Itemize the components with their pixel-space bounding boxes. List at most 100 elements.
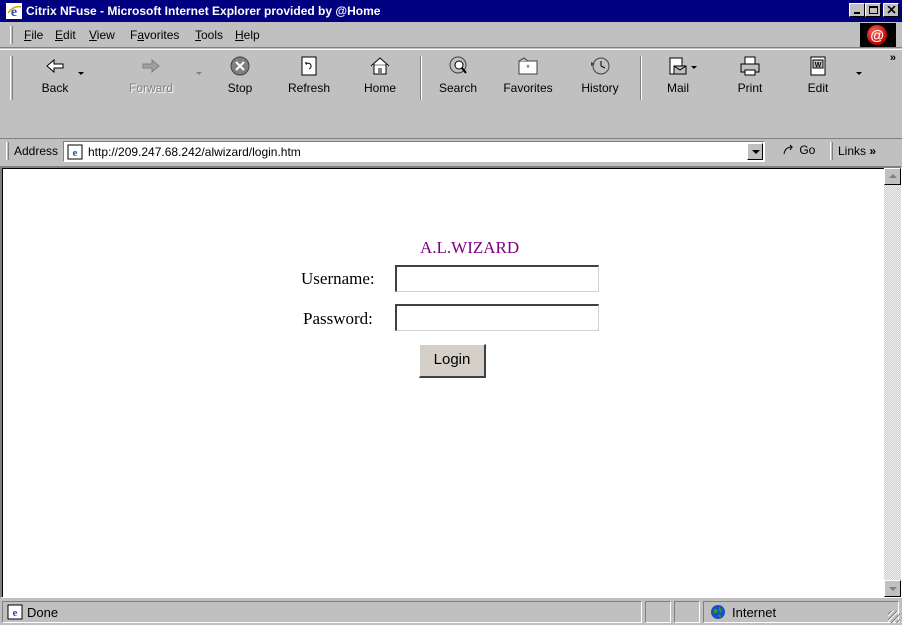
username-label: Username: bbox=[301, 269, 375, 288]
back-dropdown-icon[interactable] bbox=[78, 72, 84, 75]
page-viewport: A.L.WIZARD Username: Password: Login bbox=[0, 166, 902, 598]
scroll-down-button[interactable] bbox=[884, 580, 901, 597]
address-input[interactable]: e http://209.247.68.242/alwizard/login.h… bbox=[63, 141, 765, 162]
edit-button[interactable]: W Edit bbox=[798, 54, 838, 104]
refresh-icon bbox=[301, 56, 317, 76]
stop-label: Stop bbox=[227, 81, 253, 95]
back-label: Back bbox=[41, 81, 69, 95]
links-more-chevron[interactable]: » bbox=[869, 144, 876, 158]
history-label: History bbox=[581, 81, 619, 95]
print-label: Print bbox=[737, 81, 763, 95]
svg-text:e: e bbox=[73, 147, 78, 159]
close-button[interactable] bbox=[883, 3, 899, 17]
minimize-button[interactable] bbox=[849, 3, 865, 17]
toolbar-separator bbox=[640, 56, 642, 100]
links-grip[interactable] bbox=[830, 142, 833, 160]
menu-tools[interactable]: Tools bbox=[195, 28, 223, 42]
history-button[interactable]: History bbox=[575, 54, 625, 104]
title-bar[interactable]: e Citrix NFuse - Microsoft Internet Expl… bbox=[0, 0, 902, 22]
word-edit-icon: W bbox=[810, 56, 826, 76]
favorites-button[interactable]: * Favorites bbox=[496, 54, 560, 104]
at-home-logo-icon: @ bbox=[867, 25, 887, 45]
maximize-icon bbox=[869, 6, 878, 14]
address-bar: Address e http://209.247.68.242/alwizard… bbox=[0, 139, 902, 163]
security-zone-pane: Internet bbox=[703, 601, 899, 623]
status-pane-empty bbox=[645, 601, 671, 623]
status-pane-empty bbox=[674, 601, 700, 623]
password-input[interactable] bbox=[395, 304, 599, 331]
stop-button[interactable]: Stop bbox=[220, 54, 260, 104]
login-button[interactable]: Login bbox=[419, 344, 486, 378]
toolbar-separator bbox=[420, 56, 422, 100]
address-dropdown-button[interactable] bbox=[747, 143, 763, 160]
search-label: Search bbox=[438, 81, 478, 95]
status-bar: e Done Internet bbox=[0, 599, 902, 625]
toolbar-more-chevron[interactable]: » bbox=[890, 52, 896, 64]
address-url: http://209.247.68.242/alwizard/login.htm bbox=[88, 145, 301, 159]
home-button[interactable]: Home bbox=[355, 54, 405, 104]
scroll-up-button[interactable] bbox=[884, 168, 901, 185]
back-arrow-icon bbox=[46, 58, 64, 74]
edit-label: Edit bbox=[807, 81, 829, 95]
globe-icon bbox=[711, 605, 725, 619]
mail-button[interactable]: Mail bbox=[658, 54, 698, 104]
vertical-scrollbar[interactable] bbox=[884, 168, 901, 597]
printer-icon bbox=[740, 56, 760, 76]
menu-grip[interactable] bbox=[10, 26, 13, 44]
status-pane: e Done bbox=[2, 601, 642, 623]
minimize-icon bbox=[854, 12, 860, 14]
standard-toolbar: Back Forward Stop Refresh Home Search * … bbox=[0, 49, 902, 139]
history-icon bbox=[591, 57, 610, 75]
svg-text:e: e bbox=[13, 607, 18, 619]
go-label: Go bbox=[799, 143, 816, 157]
links-button[interactable]: Links » bbox=[838, 144, 876, 158]
username-input[interactable] bbox=[395, 265, 599, 292]
mail-dropdown-icon[interactable] bbox=[691, 66, 697, 69]
search-icon bbox=[449, 56, 467, 74]
status-text: Done bbox=[27, 605, 59, 620]
forward-dropdown-icon[interactable] bbox=[196, 72, 202, 75]
forward-arrow-icon bbox=[142, 58, 160, 74]
print-button[interactable]: Print bbox=[730, 54, 770, 104]
toolbar-grip[interactable] bbox=[10, 56, 13, 100]
edit-dropdown-icon[interactable] bbox=[856, 72, 862, 75]
menu-file[interactable]: File bbox=[24, 28, 43, 42]
forward-button[interactable]: Forward bbox=[126, 54, 176, 104]
back-button[interactable]: Back bbox=[34, 54, 76, 104]
search-button[interactable]: Search bbox=[432, 54, 484, 104]
home-icon bbox=[370, 57, 390, 75]
menu-edit[interactable]: Edit bbox=[55, 28, 76, 42]
page-heading: A.L.WIZARD bbox=[420, 238, 520, 257]
ie-page-icon: e bbox=[67, 144, 83, 160]
zone-text: Internet bbox=[732, 605, 777, 620]
svg-text:W: W bbox=[815, 62, 822, 69]
resize-grip[interactable] bbox=[888, 611, 900, 623]
close-icon bbox=[887, 6, 896, 14]
refresh-label: Refresh bbox=[287, 81, 331, 95]
page-content: A.L.WIZARD Username: Password: Login bbox=[2, 168, 884, 597]
address-grip[interactable] bbox=[6, 142, 9, 160]
menu-view[interactable]: View bbox=[89, 28, 115, 42]
favorites-label: Favorites bbox=[503, 81, 553, 95]
refresh-button[interactable]: Refresh bbox=[280, 54, 338, 104]
home-label: Home bbox=[363, 81, 396, 95]
brand-logo: @ bbox=[860, 23, 896, 47]
menu-favorites[interactable]: Favorites bbox=[130, 28, 179, 42]
favorites-folder-icon: * bbox=[518, 57, 538, 75]
go-button[interactable]: Go bbox=[782, 143, 815, 161]
menu-bar: File Edit View Favorites Tools Help @ bbox=[0, 22, 902, 48]
forward-label: Forward bbox=[128, 81, 173, 95]
ie-logo-icon: e bbox=[6, 3, 22, 19]
password-label: Password: bbox=[303, 309, 373, 328]
links-label: Links bbox=[838, 144, 867, 158]
ie-page-icon: e bbox=[7, 604, 23, 620]
mail-label: Mail bbox=[666, 81, 689, 95]
go-arrow-icon bbox=[783, 144, 794, 155]
maximize-button[interactable] bbox=[865, 3, 881, 17]
mail-icon bbox=[669, 57, 687, 75]
svg-text:*: * bbox=[526, 63, 530, 73]
window-title: Citrix NFuse - Microsoft Internet Explor… bbox=[26, 4, 381, 18]
address-label: Address bbox=[14, 144, 59, 158]
menu-help[interactable]: Help bbox=[235, 28, 260, 42]
stop-icon bbox=[230, 56, 250, 76]
